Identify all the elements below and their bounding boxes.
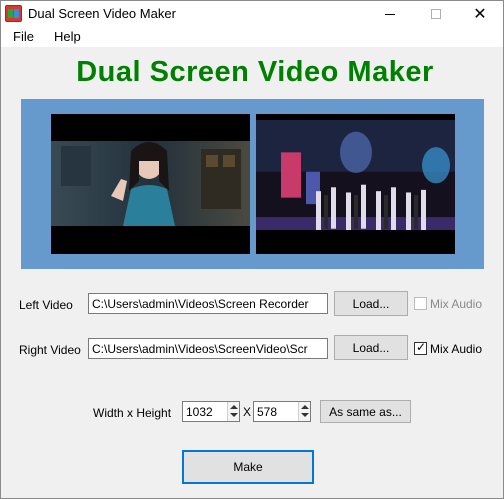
left-video-path-input[interactable]: C:\Users\admin\Videos\Screen Recorder xyxy=(88,293,328,314)
title-bar[interactable]: Dual Screen Video Maker ✕ xyxy=(1,1,503,27)
height-spin-arrows[interactable] xyxy=(298,402,310,421)
width-spinbox[interactable]: 1032 xyxy=(182,401,240,422)
menu-file[interactable]: File xyxy=(11,29,36,44)
maximize-button[interactable] xyxy=(413,1,459,27)
right-video-label: Right Video xyxy=(19,343,81,357)
height-spinbox[interactable]: 578 xyxy=(253,401,311,422)
left-video-frame xyxy=(51,141,250,226)
left-video-preview xyxy=(51,114,250,254)
width-spin-arrows[interactable] xyxy=(227,402,239,421)
checkmark-icon: ✓ xyxy=(416,340,427,354)
right-video-frame xyxy=(256,120,455,230)
app-window: Dual Screen Video Maker ✕ File Help Dual… xyxy=(0,0,504,499)
size-label: Width x Height xyxy=(93,406,172,420)
maximize-icon xyxy=(431,9,441,19)
right-video-path-input[interactable]: C:\Users\admin\Videos\ScreenVideo\Scr xyxy=(88,338,328,359)
left-load-button[interactable]: Load... xyxy=(334,291,408,316)
same-as-button[interactable]: As same as... xyxy=(320,400,411,423)
left-mix-audio-checkbox[interactable] xyxy=(414,297,427,310)
close-button[interactable]: ✕ xyxy=(457,1,503,27)
right-mix-audio-checkbox[interactable]: ✓ xyxy=(414,340,427,355)
menu-help[interactable]: Help xyxy=(52,29,83,44)
width-value: 1032 xyxy=(186,405,213,419)
size-separator: X xyxy=(243,405,252,419)
height-value: 578 xyxy=(257,405,278,419)
left-mix-audio-label: Mix Audio xyxy=(430,297,483,311)
app-heading: Dual Screen Video Maker xyxy=(76,56,434,88)
window-title: Dual Screen Video Maker xyxy=(28,6,176,21)
right-load-button[interactable]: Load... xyxy=(334,335,408,360)
close-icon: ✕ xyxy=(473,4,487,23)
make-button[interactable]: Make xyxy=(182,450,314,484)
menu-bar: File Help xyxy=(1,27,503,47)
minimize-button[interactable] xyxy=(367,1,413,27)
minimize-icon xyxy=(385,13,395,15)
left-video-label: Left Video xyxy=(19,298,73,312)
right-video-preview xyxy=(256,114,455,254)
app-icon xyxy=(5,5,22,22)
right-mix-audio-label: Mix Audio xyxy=(430,342,483,356)
preview-panel xyxy=(21,99,484,269)
